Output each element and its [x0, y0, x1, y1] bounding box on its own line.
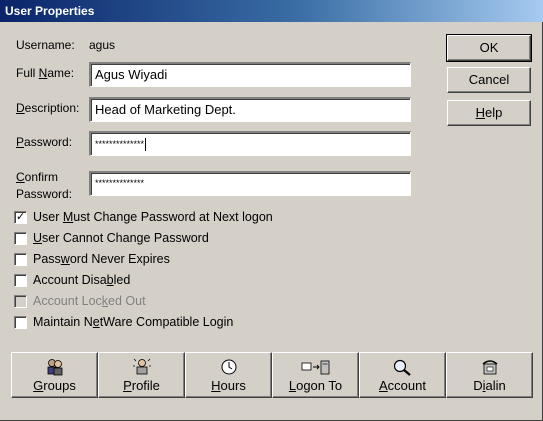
confirm-password-label-line1: Confirm	[16, 170, 59, 184]
logon-to-icon	[273, 356, 358, 376]
checkbox-label: Account Disabled	[33, 273, 131, 287]
checkbox-label: Maintain NetWare Compatible Login	[33, 315, 234, 329]
checkbox-must-change-password[interactable]: User Must Change Password at Next logon	[14, 210, 273, 224]
description-field[interactable]: Head of Marketing Dept.	[89, 97, 411, 122]
groups-button[interactable]: Groups	[11, 352, 98, 398]
profile-label: Profile	[123, 378, 160, 393]
checkbox-label: User Cannot Change Password	[33, 231, 209, 245]
checkbox-icon	[14, 294, 27, 308]
checkbox-label: User Must Change Password at Next logon	[33, 210, 273, 224]
checkbox-label: Account Locked Out	[33, 294, 146, 308]
groups-label: Groups	[33, 378, 76, 393]
dialin-label: Dialin	[473, 378, 506, 393]
fullname-label: Full Name:	[16, 66, 75, 80]
logon-to-button[interactable]: Logon To	[272, 352, 359, 398]
text-caret	[145, 138, 147, 151]
description-label: Description:	[16, 101, 80, 115]
ok-button[interactable]: OK	[446, 34, 532, 62]
username-value: agus	[89, 38, 116, 52]
checkbox-icon[interactable]	[14, 315, 27, 329]
hours-label: Hours	[211, 378, 246, 393]
checkbox-icon[interactable]	[14, 273, 27, 287]
dialin-button[interactable]: Dialin	[446, 352, 533, 398]
checkbox-netware-compatible[interactable]: Maintain NetWare Compatible Login	[14, 315, 233, 329]
checkbox-checked-icon[interactable]	[14, 210, 27, 224]
checkbox-password-never-expires[interactable]: Password Never Expires	[14, 252, 170, 266]
dialin-icon	[447, 356, 532, 376]
cancel-button[interactable]: Cancel	[447, 67, 531, 93]
user-properties-dialog: User Properties Username: agus Full Name…	[0, 0, 543, 421]
password-value: **************	[95, 138, 145, 149]
confirm-password-label-line2: Password:	[16, 187, 73, 201]
checkbox-account-locked-out: Account Locked Out	[14, 294, 146, 308]
username-label: Username:	[16, 38, 75, 52]
help-button[interactable]: Help	[447, 100, 531, 126]
profile-button[interactable]: Profile	[98, 352, 185, 398]
checkbox-icon[interactable]	[14, 231, 27, 245]
account-button[interactable]: Account	[359, 352, 446, 398]
checkbox-icon[interactable]	[14, 252, 27, 266]
checkbox-account-disabled[interactable]: Account Disabled	[14, 273, 130, 287]
logon-to-label: Logon To	[288, 378, 343, 393]
window-title: User Properties	[0, 0, 543, 22]
password-field[interactable]: **************	[89, 131, 411, 156]
account-label: Account	[379, 378, 426, 393]
clock-icon	[186, 356, 271, 376]
profile-icon	[99, 356, 184, 376]
hours-button[interactable]: Hours	[185, 352, 272, 398]
fullname-field[interactable]: Agus Wiyadi	[89, 62, 411, 87]
checkbox-label: Password Never Expires	[33, 252, 170, 266]
checkbox-cannot-change-password[interactable]: User Cannot Change Password	[14, 231, 209, 245]
confirm-password-field[interactable]: **************	[89, 171, 411, 196]
password-label: Password:	[16, 135, 73, 149]
groups-icon	[12, 356, 97, 376]
account-icon	[360, 356, 445, 376]
